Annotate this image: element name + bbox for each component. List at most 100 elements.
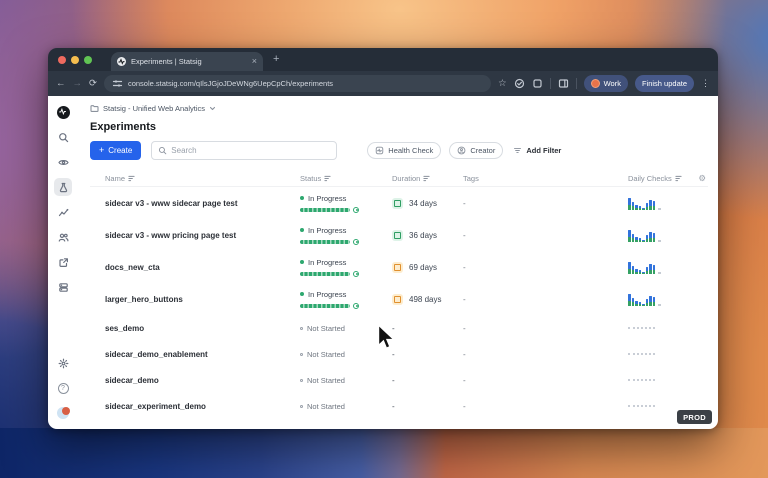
address-bar[interactable]: console.statsig.com/qIlsJGjoJDeWNg6UepCp… bbox=[103, 75, 492, 92]
status-cell: In Progress bbox=[300, 290, 392, 309]
experiment-name-link[interactable]: ses_demo bbox=[105, 324, 300, 333]
new-tab-button[interactable]: + bbox=[273, 54, 279, 65]
table-row[interactable]: larger_hero_buttons In Progress 498 days - bbox=[90, 283, 708, 315]
zoom-window-button[interactable] bbox=[84, 55, 92, 64]
browser-menu-icon[interactable]: ⋮ bbox=[701, 78, 710, 89]
spark-bar bbox=[642, 272, 645, 274]
tags-cell: - bbox=[463, 230, 466, 240]
browser-tab[interactable]: Experiments | Statsig × bbox=[111, 52, 263, 71]
minimize-window-button[interactable] bbox=[71, 55, 79, 64]
sidebar-item-account[interactable] bbox=[54, 404, 72, 422]
table-settings-icon[interactable]: ⚙ bbox=[698, 173, 708, 184]
sidebar-item-settings[interactable] bbox=[54, 354, 72, 372]
duration-value: - bbox=[392, 375, 395, 385]
daily-checks-sparkline bbox=[628, 228, 698, 242]
daily-checks-cell bbox=[628, 327, 698, 329]
spark-bar bbox=[628, 198, 631, 210]
table-row[interactable]: docs_new_cta In Progress 69 days - bbox=[90, 251, 708, 283]
progress-bar bbox=[300, 207, 350, 212]
progress-indicator bbox=[300, 206, 392, 213]
back-icon[interactable]: ← bbox=[56, 79, 66, 89]
table-row[interactable]: sidecar_demo_enablement Not Started - - bbox=[90, 341, 708, 367]
tags-cell: - bbox=[463, 323, 466, 333]
spark-bar bbox=[628, 294, 631, 306]
side-panel-icon[interactable] bbox=[558, 78, 569, 89]
spark-bar bbox=[645, 203, 648, 210]
table-row[interactable]: sidecar_demo Not Started - - bbox=[90, 367, 708, 393]
sidebar-item-metrics[interactable] bbox=[54, 203, 72, 221]
column-header-daily-checks[interactable]: Daily Checks bbox=[628, 174, 698, 183]
spark-bar bbox=[628, 230, 631, 242]
duration-value: 498 days bbox=[409, 294, 442, 304]
statsig-logo-icon bbox=[56, 105, 70, 119]
environment-badge: PROD bbox=[677, 410, 712, 424]
column-header-status[interactable]: Status bbox=[300, 174, 392, 183]
daily-checks-cell bbox=[628, 260, 698, 274]
progress-indicator bbox=[300, 302, 392, 309]
daily-checks-cell bbox=[628, 353, 698, 355]
forward-icon[interactable]: → bbox=[73, 79, 83, 89]
experiment-name-link[interactable]: sidecar_demo bbox=[105, 376, 300, 385]
sidebar-item-help[interactable]: ? bbox=[54, 379, 72, 397]
health-check-filter[interactable]: Health Check bbox=[367, 142, 442, 159]
daily-checks-sparkline bbox=[628, 292, 698, 306]
status-dot-icon bbox=[300, 404, 303, 408]
spark-bar bbox=[649, 232, 652, 242]
sidebar-item-home[interactable] bbox=[54, 103, 72, 121]
spark-bar bbox=[642, 240, 645, 242]
sidebar-item-audiences[interactable] bbox=[54, 228, 72, 246]
reload-icon[interactable]: ⟳ bbox=[89, 79, 97, 89]
bookmark-star-icon[interactable]: ☆ bbox=[498, 79, 507, 89]
tab-close-icon[interactable]: × bbox=[252, 57, 257, 66]
password-check-icon[interactable] bbox=[514, 78, 525, 89]
sidebar-item-search[interactable] bbox=[54, 128, 72, 146]
eye-icon bbox=[57, 159, 69, 165]
search-box[interactable] bbox=[151, 141, 338, 160]
creator-filter[interactable]: Creator bbox=[449, 142, 504, 159]
column-header-duration[interactable]: Duration bbox=[392, 174, 463, 183]
sidebar-item-feature-gates[interactable] bbox=[54, 153, 72, 171]
tab-title: Experiments | Statsig bbox=[131, 57, 202, 66]
experiment-name-link[interactable]: sidecar v3 - www sidecar page test bbox=[105, 199, 300, 208]
experiment-name-link[interactable]: docs_new_cta bbox=[105, 263, 300, 272]
create-button[interactable]: + Create bbox=[90, 141, 142, 160]
duration-value: 34 days bbox=[409, 198, 438, 208]
daily-checks-cell bbox=[628, 292, 698, 306]
project-breadcrumb[interactable]: Statsig - Unified Web Analytics bbox=[90, 102, 708, 114]
table-row[interactable]: sidecar v3 - www pricing page test In Pro… bbox=[90, 219, 708, 251]
sidebar-item-integrations[interactable] bbox=[54, 253, 72, 271]
status-label: Not Started bbox=[300, 376, 392, 385]
status-dot-icon bbox=[300, 228, 304, 232]
experiment-name-link[interactable]: sidecar_demo_enablement bbox=[105, 350, 300, 359]
sort-icon bbox=[423, 175, 430, 182]
daily-checks-cell bbox=[628, 196, 698, 210]
table-row[interactable]: ses_demo Not Started - - bbox=[90, 315, 708, 341]
column-header-tags[interactable]: Tags bbox=[463, 174, 628, 183]
site-settings-icon[interactable] bbox=[112, 78, 123, 89]
search-input[interactable] bbox=[171, 146, 331, 155]
profile-chip[interactable]: Work bbox=[583, 75, 628, 92]
search-icon bbox=[159, 146, 167, 155]
sidebar-item-storage[interactable] bbox=[54, 278, 72, 296]
status-text: In Progress bbox=[308, 289, 347, 299]
spark-bar bbox=[642, 208, 645, 210]
daily-checks-cell bbox=[628, 405, 698, 407]
experiment-name-link[interactable]: sidecar_experiment_demo bbox=[105, 402, 300, 411]
url-text[interactable]: console.statsig.com/qIlsJGjoJDeWNg6UepCp… bbox=[128, 79, 333, 88]
extensions-icon[interactable] bbox=[532, 78, 543, 89]
finish-update-button[interactable]: Finish update bbox=[634, 75, 694, 92]
status-cell: Not Started bbox=[300, 376, 392, 385]
experiment-name-link[interactable]: larger_hero_buttons bbox=[105, 295, 300, 304]
spark-bar bbox=[642, 304, 645, 306]
column-header-name[interactable]: Name bbox=[105, 174, 300, 183]
mouse-cursor bbox=[377, 324, 396, 350]
spark-bar bbox=[645, 235, 648, 242]
close-window-button[interactable] bbox=[58, 55, 66, 64]
duration-health-icon bbox=[392, 197, 403, 209]
add-filter-button[interactable]: Add Filter bbox=[511, 142, 564, 159]
experiment-name-link[interactable]: sidecar v3 - www pricing page test bbox=[105, 231, 300, 240]
sort-icon bbox=[324, 175, 331, 182]
sidebar-item-experiments[interactable] bbox=[54, 178, 72, 196]
table-row[interactable]: sidecar v3 - www sidecar page test In Pro… bbox=[90, 187, 708, 219]
table-row[interactable]: sidecar_experiment_demo Not Started - - bbox=[90, 393, 708, 419]
